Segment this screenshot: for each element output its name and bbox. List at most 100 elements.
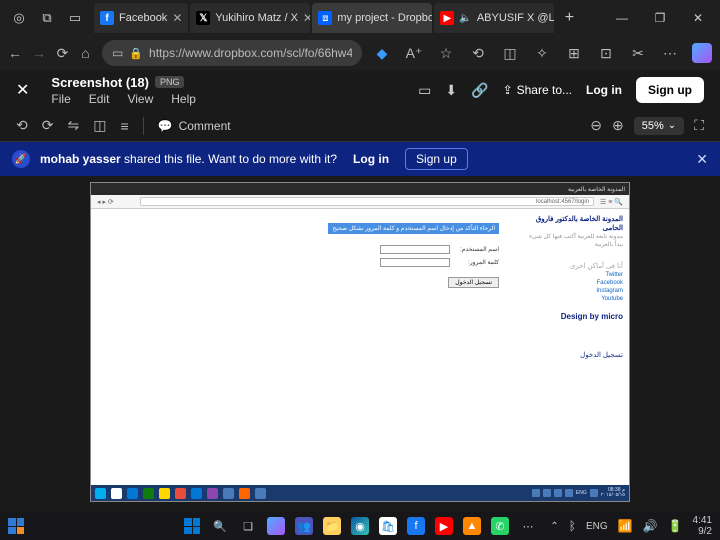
menu-file[interactable]: File (51, 92, 70, 106)
chat-icon[interactable]: ▭ (418, 82, 431, 99)
file-title: Screenshot (18) (51, 75, 149, 90)
home-button[interactable]: ⌂ (79, 43, 92, 63)
volume-icon[interactable]: 🔊 (643, 519, 658, 533)
ss-username-input (380, 245, 450, 254)
vlc-icon[interactable]: ▲ (463, 517, 481, 535)
tab-label: ABYUSIF X @Li (477, 12, 555, 24)
site-info-icon[interactable]: ▭ (112, 46, 123, 60)
rotate-right-icon[interactable]: ⟳ (42, 117, 54, 134)
store-icon[interactable]: 🛍 (379, 517, 397, 535)
ss-link-youtube: Youtube (525, 296, 623, 302)
address-bar[interactable]: ▭ 🔒 https://www.dropbox.com/scl/fo/66hw4… (102, 40, 362, 66)
dropbox-close-button[interactable]: ✕ (16, 80, 29, 100)
start-button[interactable] (183, 517, 201, 535)
rotate-left-icon[interactable]: ⟲ (16, 117, 28, 134)
language-indicator[interactable]: ENG (586, 521, 608, 532)
banner-close-icon[interactable]: ✕ (696, 151, 708, 168)
wifi-icon[interactable]: 📶 (618, 519, 633, 533)
favorites-bar-icon[interactable]: ✧ (532, 43, 552, 63)
extension2-icon[interactable]: ✂ (628, 43, 648, 63)
menu-view[interactable]: View (127, 92, 153, 106)
link-icon[interactable]: 🔗 (471, 82, 488, 99)
flip-icon[interactable]: ⇋ (67, 117, 79, 134)
crop-icon[interactable]: ◫ (93, 117, 106, 134)
collections-icon[interactable]: ⊞ (564, 43, 584, 63)
widgets-icon[interactable] (8, 518, 24, 534)
ss-alert: الرجاء التأكد من إدخال اسم المستخدم و كل… (328, 223, 499, 234)
refresh-button[interactable]: ⟳ (56, 43, 69, 63)
extensions-icon[interactable]: ⊡ (596, 43, 616, 63)
banner-signup-button[interactable]: Sign up (405, 148, 468, 170)
close-button[interactable]: ✕ (680, 3, 716, 33)
workspaces-icon[interactable]: ⧉ (38, 9, 56, 27)
new-tab-button[interactable]: + (556, 5, 582, 31)
ss-main: الرجاء التأكد من إدخال اسم المستخدم و كل… (91, 209, 519, 501)
explorer-icon[interactable]: 📁 (323, 517, 341, 535)
fullscreen-icon[interactable]: ⛶ (694, 117, 704, 134)
zoom-in-icon[interactable]: ⊕ (612, 117, 624, 134)
profile-icon[interactable]: ◎ (10, 9, 28, 27)
read-aloud-icon[interactable]: A⁺ (404, 43, 424, 63)
separator (143, 117, 144, 135)
bluetooth-icon[interactable]: ᛒ (569, 519, 576, 533)
zoom-out-icon[interactable]: ⊖ (590, 117, 602, 134)
facebook-app-icon[interactable]: f (407, 517, 425, 535)
tab-youtube[interactable]: ▶ 🔈 ABYUSIF X @Li ✕ (434, 3, 554, 33)
adjust-icon[interactable]: ≡ (120, 118, 128, 134)
tabactions-icon[interactable]: ▭ (66, 9, 84, 27)
banner-text: mohab yasser shared this file. Want to d… (40, 152, 337, 166)
comment-button[interactable]: 💬 Comment (158, 119, 231, 133)
teams-icon[interactable]: 👥 (295, 517, 313, 535)
share-banner: 🚀 mohab yasser shared this file. Want to… (0, 142, 720, 176)
tab-facebook[interactable]: f Facebook ✕ (94, 3, 188, 33)
forward-button: → (32, 43, 46, 63)
ss-signin-link: تسجيل الدخول (525, 351, 623, 359)
url-text: https://www.dropbox.com/scl/fo/66hw4n7q8… (149, 46, 352, 60)
back-button[interactable]: ← (8, 43, 22, 63)
tab-x[interactable]: 𝕏 Yukihiro Matz / X ✕ (190, 3, 310, 33)
sound-icon[interactable]: 🔈 (459, 9, 471, 27)
whatsapp-icon[interactable]: ✆ (491, 517, 509, 535)
clock[interactable]: 4:41 9/2 (693, 515, 712, 537)
favorite-icon[interactable]: ☆ (436, 43, 456, 63)
banner-login-button[interactable]: Log in (353, 152, 389, 166)
copilot-app-icon[interactable] (267, 517, 285, 535)
close-icon[interactable]: ✕ (172, 11, 182, 25)
facebook-icon: f (100, 11, 114, 25)
copilot-icon[interactable] (692, 43, 712, 63)
close-icon[interactable]: ✕ (303, 11, 310, 25)
edge-icon[interactable]: ◉ (351, 517, 369, 535)
ss-password-label: كلمة المرور: (454, 259, 499, 266)
comment-icon: 💬 (158, 119, 173, 133)
share-button[interactable]: ⇪ Share to... (503, 83, 572, 97)
ss-blog-subtitle: مدونة تابعة للعربية أكتب فيها كل شيء يبد… (525, 234, 623, 250)
zoom-select[interactable]: 55% ⌄ (634, 117, 684, 135)
tray-chevron-icon[interactable]: ⌃ (550, 521, 558, 532)
taskview-button[interactable]: ❏ (239, 517, 257, 535)
menu-help[interactable]: Help (171, 92, 196, 106)
dropbox-icon: ⧈ (318, 11, 332, 25)
youtube-icon: ▶ (440, 11, 454, 25)
download-icon[interactable]: ⬇ (445, 82, 457, 99)
ss-username-label: اسم المستخدم: (454, 246, 499, 253)
menu-edit[interactable]: Edit (89, 92, 110, 106)
image-viewer[interactable]: المدونة الخاصة بالعربية ◂ ▸ ⟳ localhost:… (0, 176, 720, 512)
more-icon[interactable]: ⋯ (660, 43, 680, 63)
ss-blog-title: المدونة الخاصة بالدكتور فاروق الحامى (525, 215, 623, 233)
minimize-button[interactable]: — (604, 3, 640, 33)
tab-dropbox[interactable]: ⧈ my project - Dropbo ✕ (312, 3, 432, 33)
signup-button[interactable]: Sign up (636, 77, 704, 103)
search-button[interactable]: 🔍 (211, 517, 229, 535)
battery-icon[interactable]: 🔋 (668, 519, 683, 533)
ss-window-title: المدونة الخاصة بالعربية (568, 186, 625, 193)
maximize-button[interactable]: ❐ (642, 3, 678, 33)
tracking-icon[interactable]: ◆ (372, 43, 392, 63)
youtube-app-icon[interactable]: ▶ (435, 517, 453, 535)
rocket-icon: 🚀 (12, 150, 30, 168)
screenshot-image: المدونة الخاصة بالعربية ◂ ▸ ⟳ localhost:… (90, 182, 630, 502)
login-button[interactable]: Log in (586, 83, 622, 97)
split-icon[interactable]: ◫ (500, 43, 520, 63)
ss-design-credit: Design by micro (525, 312, 623, 321)
sync-icon[interactable]: ⟲ (468, 43, 488, 63)
more-apps-icon[interactable]: ⋯ (519, 517, 537, 535)
